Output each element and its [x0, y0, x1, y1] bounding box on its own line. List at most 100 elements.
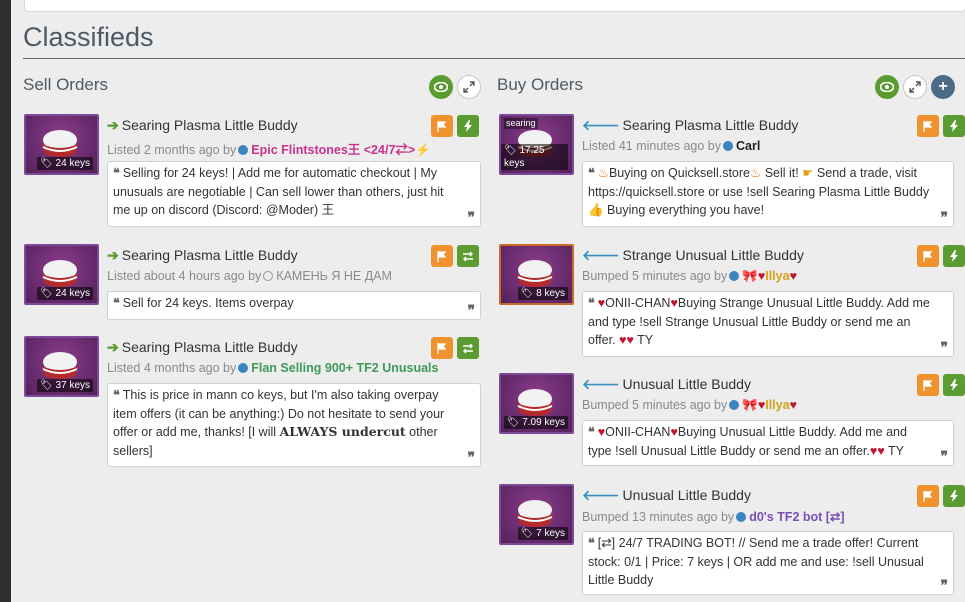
- instant-trade-button[interactable]: [943, 245, 965, 267]
- user-status-dot: [736, 512, 747, 522]
- item-image[interactable]: 🏷 24 keys: [24, 114, 99, 175]
- username[interactable]: КАМЕНЬ Я НЕ ДАМ: [276, 269, 392, 283]
- add-listing-button[interactable]: +: [931, 75, 955, 99]
- listing-comment: ❝ Sell for 24 keys. Items overpay ❞: [107, 291, 481, 320]
- quote-close-icon: ❞: [467, 449, 475, 466]
- listing-meta: Listed 2 months ago by Epic Flintstones王 …: [107, 143, 431, 157]
- user-status-ring: [263, 271, 274, 281]
- item-name[interactable]: 🡐 Searing Plasma Little Buddy: [582, 117, 798, 134]
- listing-comment: ❝ [⇄] 24/7 TRADING BOT! // Send me a trad…: [582, 531, 954, 595]
- heart-icon: ♥: [670, 296, 678, 310]
- instant-trade-button[interactable]: [943, 115, 965, 137]
- heart-icon: ♥: [670, 425, 678, 439]
- price-tag: 🏷 37 keys: [37, 379, 93, 392]
- username[interactable]: d0's TF2 bot [⇄]: [749, 510, 844, 524]
- flag-icon: [437, 342, 447, 354]
- flag-button[interactable]: [431, 245, 453, 267]
- instant-trade-button[interactable]: [943, 485, 965, 507]
- listing-meta: Listed 4 months ago by Flan Selling 900+ …: [107, 361, 439, 375]
- quote-open-icon: ❝: [588, 295, 595, 310]
- instant-trade-button[interactable]: [457, 115, 479, 137]
- item-name[interactable]: ➔ Searing Plasma Little Buddy: [107, 339, 298, 356]
- username[interactable]: Illya: [765, 398, 789, 412]
- item-name[interactable]: 🡐 Strange Unusual Little Buddy: [582, 247, 804, 264]
- flag-icon: [923, 250, 933, 262]
- trade-offer-button[interactable]: [457, 245, 479, 267]
- item-image[interactable]: 🏷 24 keys: [24, 244, 99, 305]
- quote-close-icon: ❞: [467, 302, 475, 319]
- heart-icon: ♥: [877, 443, 885, 458]
- quote-close-icon: ❞: [940, 209, 948, 226]
- lightning-icon: [950, 120, 958, 132]
- item-name[interactable]: ➔ Searing Plasma Little Buddy: [107, 247, 298, 264]
- buy-listing: searing 🏷 17.25 keys 🡐 Searing Plasma Lit…: [499, 114, 965, 234]
- bow-icon: 🎀: [742, 398, 758, 412]
- buy-arrow-icon: 🡐: [582, 487, 620, 503]
- sell-listing: 🏷 24 keys ➔ Searing Plasma Little Buddy L…: [24, 244, 482, 324]
- toggle-visibility-button[interactable]: [875, 75, 899, 99]
- buy-arrow-icon: 🡐: [582, 376, 620, 392]
- trade-offer-button[interactable]: [457, 337, 479, 359]
- flag-button[interactable]: [917, 245, 939, 267]
- listing-comment: ❝ ♨Buying on Quicksell.store♨ Sell it! ☛ …: [582, 161, 954, 227]
- flag-icon: [923, 490, 933, 502]
- item-image[interactable]: searing 🏷 17.25 keys: [499, 114, 574, 175]
- listing-meta: Bumped 5 minutes ago by 🎀♥Illya♥: [582, 269, 797, 283]
- username[interactable]: Illya: [765, 269, 789, 283]
- page: Classifieds Sell Orders 🏷 24 keys ➔ Seari…: [11, 0, 965, 602]
- little-buddy-icon: [517, 260, 553, 287]
- quote-open-icon: ❝: [113, 295, 120, 310]
- lightning-icon: [950, 250, 958, 262]
- item-name[interactable]: 🡐 Unusual Little Buddy: [582, 487, 751, 504]
- page-title: Classifieds: [23, 22, 154, 52]
- item-image[interactable]: 🏷 8 keys: [499, 244, 574, 305]
- expand-button[interactable]: [457, 75, 481, 99]
- expand-icon: [463, 81, 475, 93]
- username[interactable]: Epic Flintstones王 <24/7⇄>⚡: [251, 143, 431, 157]
- user-status-dot: [238, 145, 249, 155]
- pointing-hand-icon: ☛: [802, 166, 814, 180]
- sell-arrow-icon: ➔: [107, 117, 119, 133]
- effect-tag: searing: [504, 118, 538, 129]
- little-buddy-icon: [517, 389, 553, 416]
- username[interactable]: Flan Selling 900+ TF2 Unusuals: [251, 361, 438, 375]
- item-image[interactable]: 🏷 37 keys: [24, 336, 99, 397]
- listing-meta: Bumped 13 minutes ago by d0's TF2 bot [⇄]: [582, 510, 845, 524]
- price-tag: 🏷 8 keys: [517, 287, 568, 300]
- top-panel: [24, 0, 965, 12]
- user-status-dot: [729, 271, 740, 281]
- thumbs-up-icon: 👍: [588, 203, 604, 217]
- item-image[interactable]: 🏷 7.09 keys: [499, 373, 574, 434]
- flag-icon: [923, 379, 933, 391]
- buy-arrow-icon: 🡐: [582, 247, 620, 263]
- heart-icon: ♥: [626, 333, 634, 347]
- quote-open-icon: ❝: [113, 165, 120, 180]
- flag-button[interactable]: [917, 374, 939, 396]
- sell-arrow-icon: ➔: [107, 339, 119, 355]
- item-name[interactable]: 🡐 Unusual Little Buddy: [582, 376, 751, 393]
- exchange-icon: [463, 251, 473, 261]
- quote-open-icon: ❝: [588, 535, 595, 550]
- quote-close-icon: ❞: [940, 577, 948, 594]
- listing-comment: ❝ ♥ONII-CHAN♥Buying Unusual Little Buddy.…: [582, 420, 954, 466]
- flag-button[interactable]: [917, 485, 939, 507]
- quote-close-icon: ❞: [940, 448, 948, 465]
- price-tag: 🏷 7.09 keys: [503, 416, 568, 429]
- quote-close-icon: ❞: [940, 339, 948, 356]
- listing-comment: ❝ This is price in mann co keys, but I'm …: [107, 383, 481, 467]
- exchange-icon: [463, 343, 473, 353]
- flag-button[interactable]: [431, 115, 453, 137]
- price-tag: 🏷 17.25 keys: [501, 144, 568, 170]
- item-image[interactable]: 🏷 7 keys: [499, 484, 574, 545]
- username[interactable]: Carl: [736, 139, 760, 153]
- flag-button[interactable]: [431, 337, 453, 359]
- eye-icon: [434, 82, 448, 92]
- item-name[interactable]: ➔ Searing Plasma Little Buddy: [107, 117, 298, 134]
- listing-meta: Bumped 5 minutes ago by 🎀♥Illya♥: [582, 398, 797, 412]
- expand-button[interactable]: [903, 75, 927, 99]
- toggle-visibility-button[interactable]: [429, 75, 453, 99]
- instant-trade-button[interactable]: [943, 374, 965, 396]
- flag-button[interactable]: [917, 115, 939, 137]
- listing-comment: ❝ ♥ONII-CHAN♥Buying Strange Unusual Littl…: [582, 291, 954, 357]
- flag-icon: [437, 250, 447, 262]
